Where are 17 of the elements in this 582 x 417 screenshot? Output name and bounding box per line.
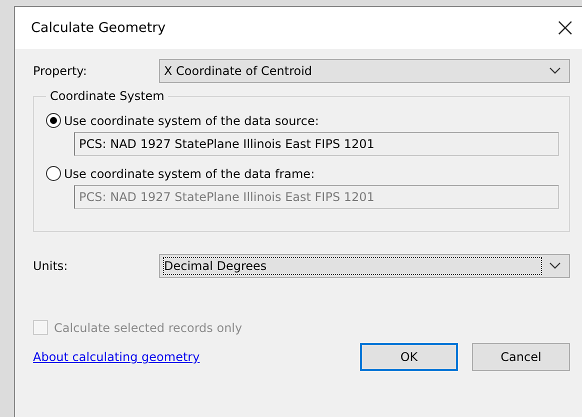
ok-button[interactable]: OK xyxy=(360,343,458,371)
window-title: Calculate Geometry xyxy=(31,20,166,36)
group-title: Coordinate System xyxy=(49,89,166,103)
radio-button[interactable] xyxy=(46,113,61,128)
chevron-icon xyxy=(549,67,561,75)
property-label: Property: xyxy=(33,64,88,78)
units-label: Units: xyxy=(33,259,69,273)
close-button[interactable]: × xyxy=(548,15,582,41)
radio-label: Use coordinate system of the data frame: xyxy=(64,166,315,180)
checkbox-label: Calculate selected records only xyxy=(54,320,242,334)
text-field[interactable]: PCS: NAD 1927 StatePlane Illinois East FIPS 1201 xyxy=(74,132,559,156)
chevron-icon xyxy=(549,262,561,270)
cancel-button[interactable]: Cancel xyxy=(472,343,570,371)
units-dropdown[interactable]: Decimal Degrees xyxy=(159,254,570,278)
help-link[interactable]: About calculating geometry xyxy=(33,350,200,364)
radio-label: Use coordinate system of the data source: xyxy=(64,114,319,128)
property-dropdown[interactable]: X Coordinate of Centroid xyxy=(159,59,570,83)
